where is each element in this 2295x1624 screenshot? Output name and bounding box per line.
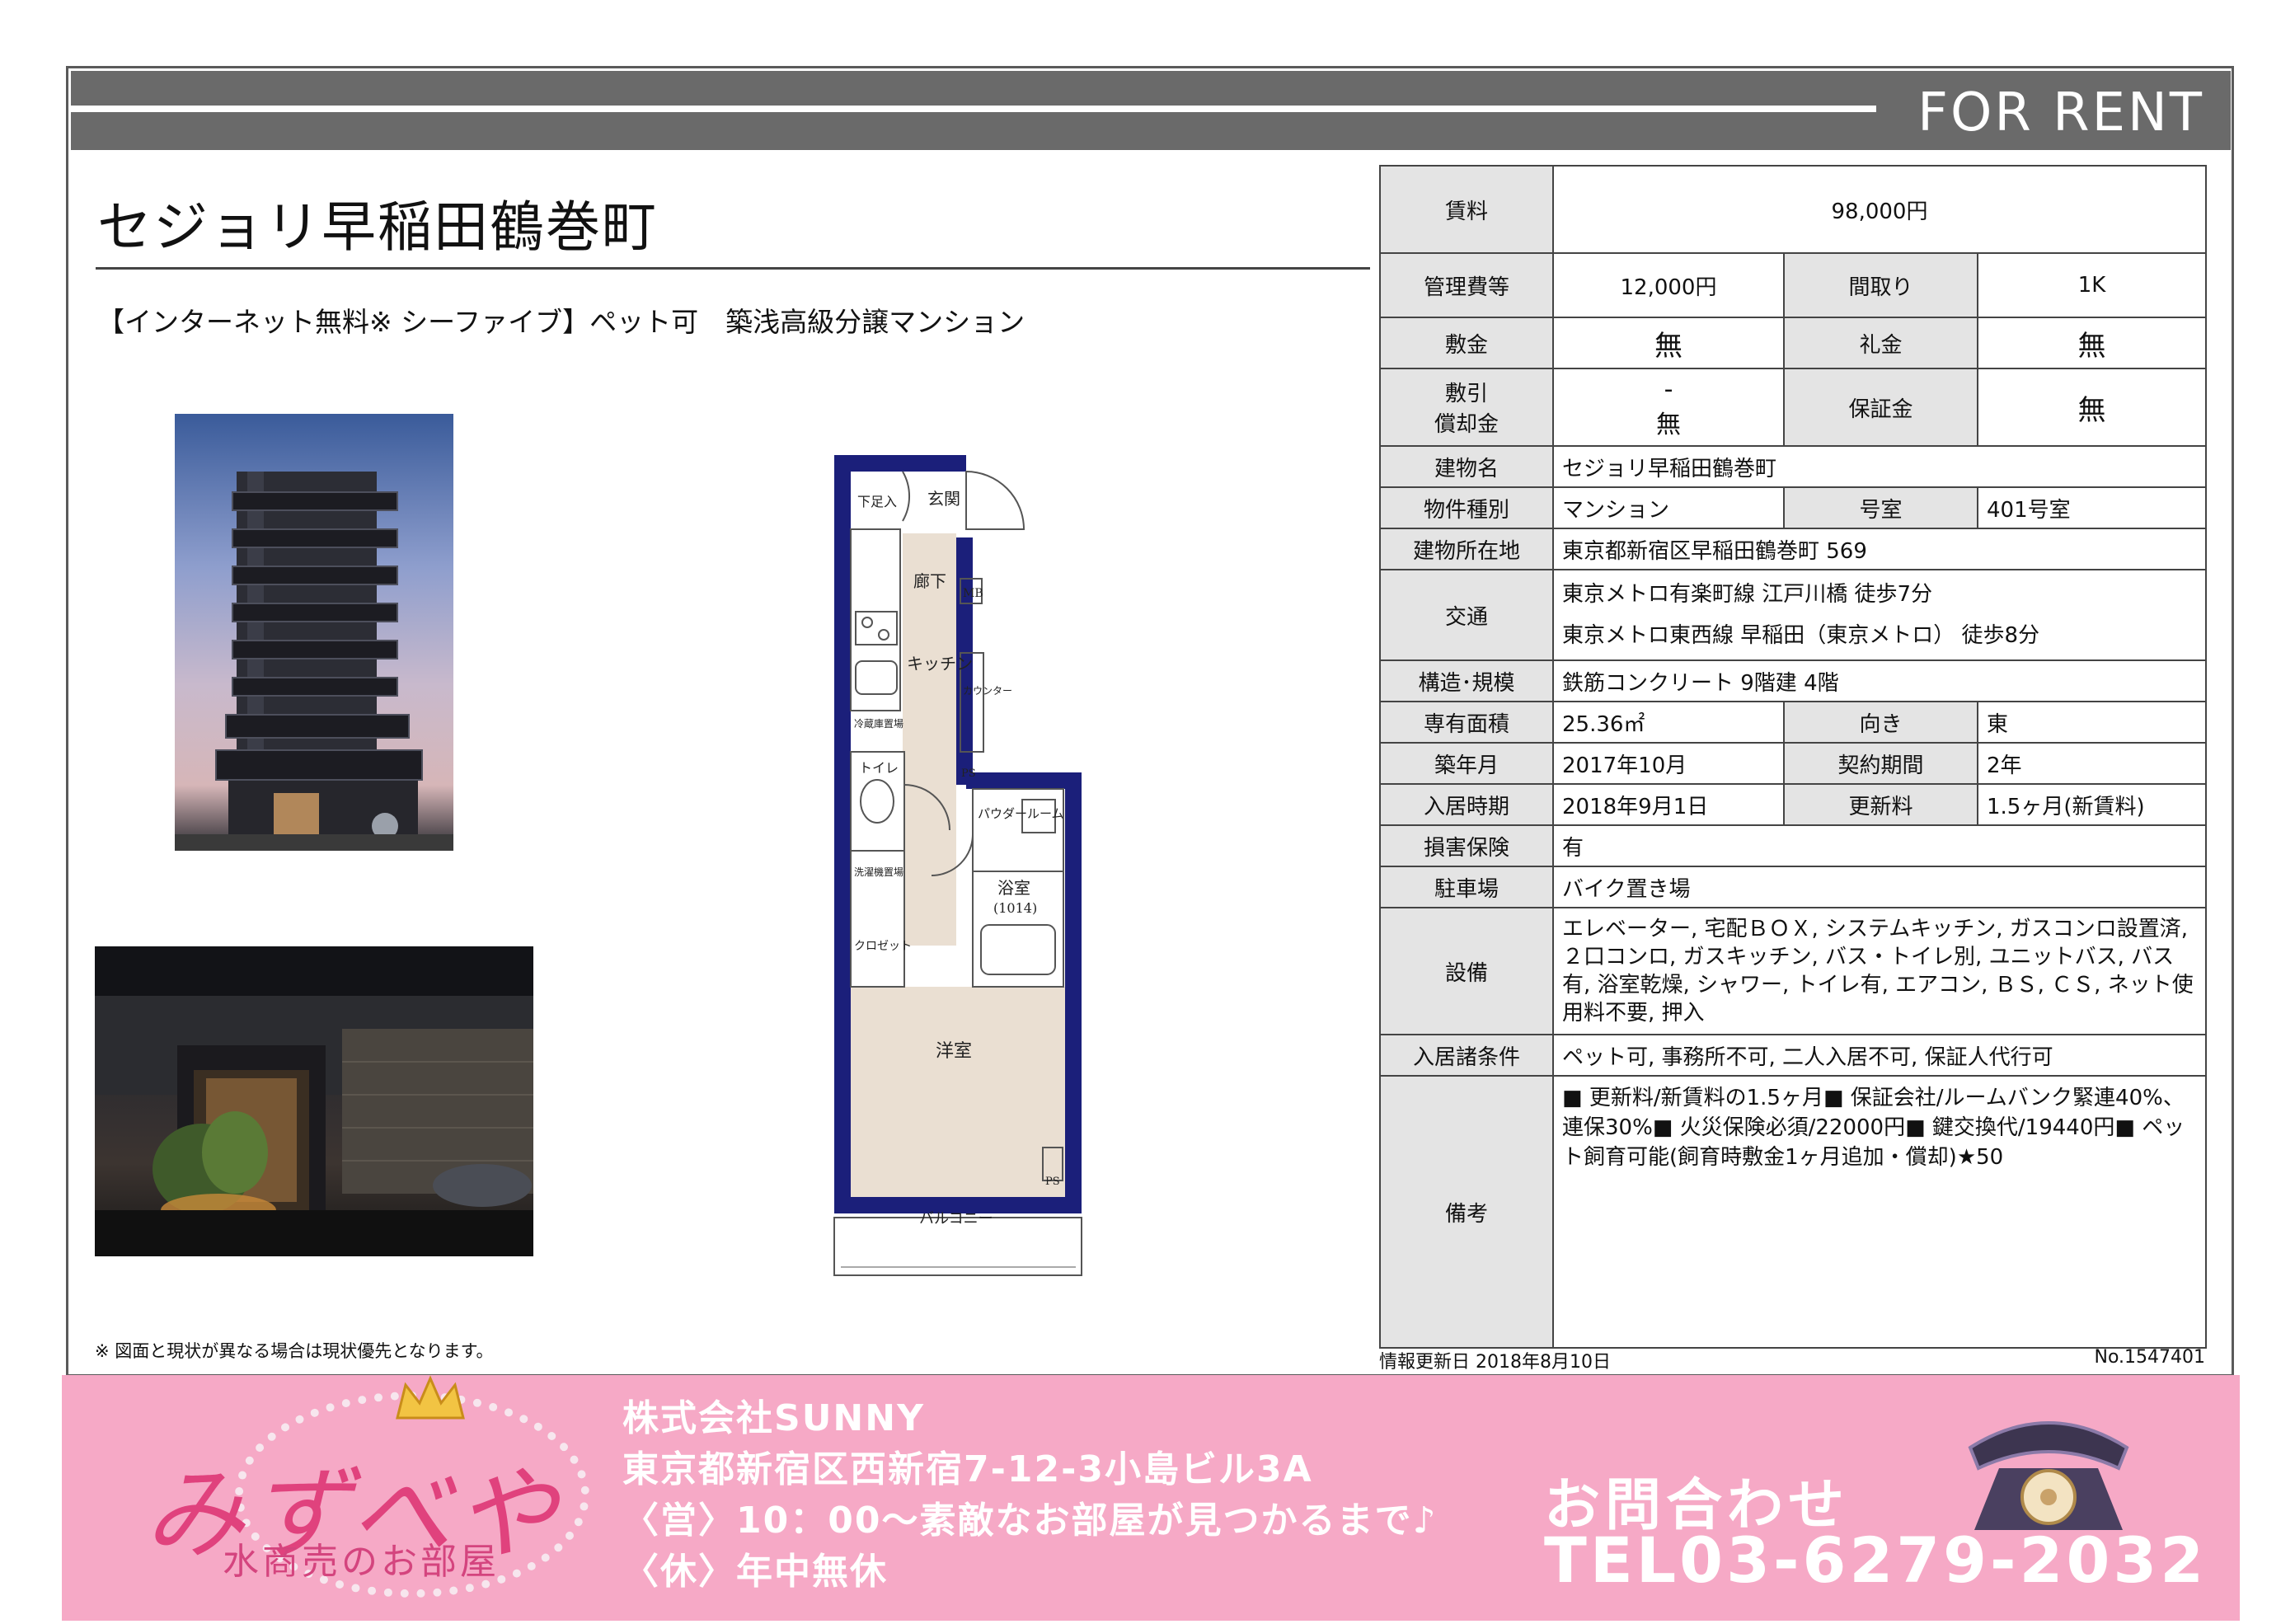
mgmt-fee-label: 管理費等 (1379, 252, 1554, 318)
crown-icon (396, 1375, 465, 1420)
rent-value: 98,000円 (1552, 165, 2207, 254)
company-info: 株式会社SUNNY 東京都新宿区西新宿7-12-3小島ビル3A 〈営〉10：00… (622, 1393, 1438, 1598)
building-name-value: セジョリ早稲田鶴巻町 (1552, 445, 2207, 488)
area-label: 専有面積 (1379, 701, 1554, 744)
contract-period-label: 契約期間 (1783, 742, 1978, 785)
direction-value: 東 (1977, 701, 2207, 744)
property-type-value: マンション (1552, 486, 1785, 529)
conditions-label: 入居諸条件 (1379, 1034, 1554, 1077)
key-money-label: 礼金 (1783, 317, 1978, 369)
agency-footer: みずべや 水商売のお部屋 株式会社SUNNY 東京都新宿区西新宿7-12-3小島… (62, 1375, 2240, 1621)
company-name: 株式会社SUNNY (622, 1397, 925, 1439)
renewal-fee-value: 1.5ヶ月(新賃料) (1977, 783, 2207, 826)
move-in-label: 入居時期 (1379, 783, 1554, 826)
equipment-value: エレベーター, 宅配ＢＯＸ, システムキッチン, ガスコンロ設置済, ２口コンロ… (1552, 907, 2207, 1035)
move-in-value: 2018年9月1日 (1552, 783, 1785, 826)
structure-label: 構造･規模 (1379, 659, 1554, 702)
building-name-label: 建物名 (1379, 445, 1554, 488)
deposit-label: 敷金 (1379, 317, 1554, 369)
property-type-label: 物件種別 (1379, 486, 1554, 529)
plan-fridge-label: 冷蔵庫置場 (854, 718, 903, 730)
parking-value: バイク置き場 (1552, 866, 2207, 908)
for-rent-banner: FOR RENT (71, 71, 2231, 150)
banner-stripe (71, 106, 1876, 112)
catch-copy: 【インターネット無料※ シーファイブ】ペット可 築浅高級分譲マンション (97, 306, 1025, 338)
built-date-value: 2017年10月 (1552, 742, 1785, 785)
equipment-label: 設備 (1379, 907, 1554, 1035)
contract-period-value: 2年 (1977, 742, 2207, 785)
plan-ps1-label: PS (961, 767, 976, 780)
deduction-label: 敷引 償却金 (1379, 368, 1554, 447)
plan-entrance-label: 玄関 (927, 489, 960, 509)
insurance-value: 有 (1552, 824, 2207, 867)
plan-washer-label: 洗濯機置場 (854, 866, 903, 878)
floor-plan: 下足入 玄関 廊下 MB キッチン カウンター 冷蔵庫置場 トイレ PS パウダ… (824, 455, 1096, 1281)
update-date: 情報更新日 2018年8月10日 (1379, 1352, 1611, 1373)
insurance-label: 損害保険 (1379, 824, 1554, 867)
entrance-photo (95, 946, 533, 1256)
update-info: 情報更新日 2018年8月10日 No.1547401 (1379, 1347, 2205, 1373)
layout-value: 1K (1977, 252, 2207, 318)
transit-label: 交通 (1379, 569, 1554, 661)
transit-line-1: 東京メトロ有楽町線 江戸川橋 徒歩7分 (1562, 582, 1933, 607)
deduction-value-line-2: 無 (1656, 410, 1681, 439)
deduction-value: - 無 (1552, 368, 1785, 447)
plan-counter-label: カウンター (963, 685, 1012, 697)
transit-value: 東京メトロ有楽町線 江戸川橋 徒歩7分 東京メトロ東西線 早稲田（東京メトロ） … (1552, 569, 2207, 661)
business-holiday: 〈休〉年中無休 (622, 1551, 888, 1593)
rent-label: 賃料 (1379, 165, 1554, 254)
plan-shoe-box-label: 下足入 (857, 494, 897, 509)
plan-disclaimer: ※ 図面と現状が異なる場合は現状優先となります。 (95, 1341, 494, 1361)
key-money-value: 無 (1977, 317, 2207, 369)
deduction-label-line-2: 償却金 (1434, 412, 1499, 437)
telephone-icon (1968, 1421, 2129, 1530)
guarantee-value: 無 (1977, 368, 2207, 447)
address-label: 建物所在地 (1379, 528, 1554, 570)
title-divider (96, 267, 1370, 270)
address-value: 東京都新宿区早稲田鶴巻町 569 (1552, 528, 2207, 570)
plan-hallway-label: 廊下 (913, 571, 946, 591)
listing-number: No.1547401 (2094, 1347, 2205, 1368)
plan-bath-label: 浴室 (997, 878, 1030, 898)
transit-line-2: 東京メトロ東西線 早稲田（東京メトロ） 徒歩8分 (1562, 623, 2040, 648)
plan-kitchen-label: キッチン (907, 654, 973, 674)
room-number-label: 号室 (1783, 486, 1978, 529)
property-details-table: 賃料 98,000円 管理費等 12,000円 間取り 1K 敷金 無 礼金 無… (1379, 165, 2207, 1349)
deduction-label-line-1: 敷引 (1444, 382, 1488, 406)
plan-ps2-label: PS (1045, 1176, 1060, 1188)
room-number-value: 401号室 (1977, 486, 2207, 529)
structure-value: 鉄筋コンクリート 9階建 4階 (1552, 659, 2207, 702)
plan-closet-label: クロゼット (854, 940, 912, 953)
property-title: セジョリ早稲田鶴巻町 (97, 195, 658, 259)
parking-label: 駐車場 (1379, 866, 1554, 908)
plan-western-room-label: 洋室 (936, 1041, 972, 1062)
guarantee-label: 保証金 (1783, 368, 1978, 447)
plan-balcony-label: バルコニー (919, 1210, 993, 1227)
direction-label: 向き (1783, 701, 1978, 744)
company-address: 東京都新宿区西新宿7-12-3小島ビル3A (622, 1448, 1313, 1490)
plan-powder-label: パウダールーム (978, 806, 1064, 821)
plan-bath-size-label: (1014) (993, 900, 1037, 916)
remarks-value: ■ 更新料/新賃料の1.5ヶ月■ 保証会社/ルームバンク緊連40%、連保30%■… (1552, 1075, 2207, 1349)
layout-label: 間取り (1783, 252, 1978, 318)
for-rent-label: FOR RENT (1917, 82, 2204, 143)
deduction-value-line-1: - (1664, 374, 1673, 404)
area-value: 25.36㎡ (1552, 701, 1785, 744)
deposit-value: 無 (1552, 317, 1785, 369)
agency-logo-subtitle: 水商売のお部屋 (223, 1541, 500, 1583)
built-date-label: 築年月 (1379, 742, 1554, 785)
building-exterior-photo (175, 414, 453, 851)
conditions-value: ペット可, 事務所不可, 二人入居不可, 保証人代行可 (1552, 1034, 2207, 1077)
remarks-label: 備考 (1379, 1075, 1554, 1349)
business-hours: 〈営〉10：00～素敵なお部屋が見つかるまで♪ (622, 1500, 1438, 1542)
plan-toilet-label: トイレ (859, 760, 899, 776)
mgmt-fee-value: 12,000円 (1552, 252, 1785, 318)
plan-mb-label: MB (963, 587, 983, 600)
renewal-fee-label: 更新料 (1783, 783, 1978, 826)
